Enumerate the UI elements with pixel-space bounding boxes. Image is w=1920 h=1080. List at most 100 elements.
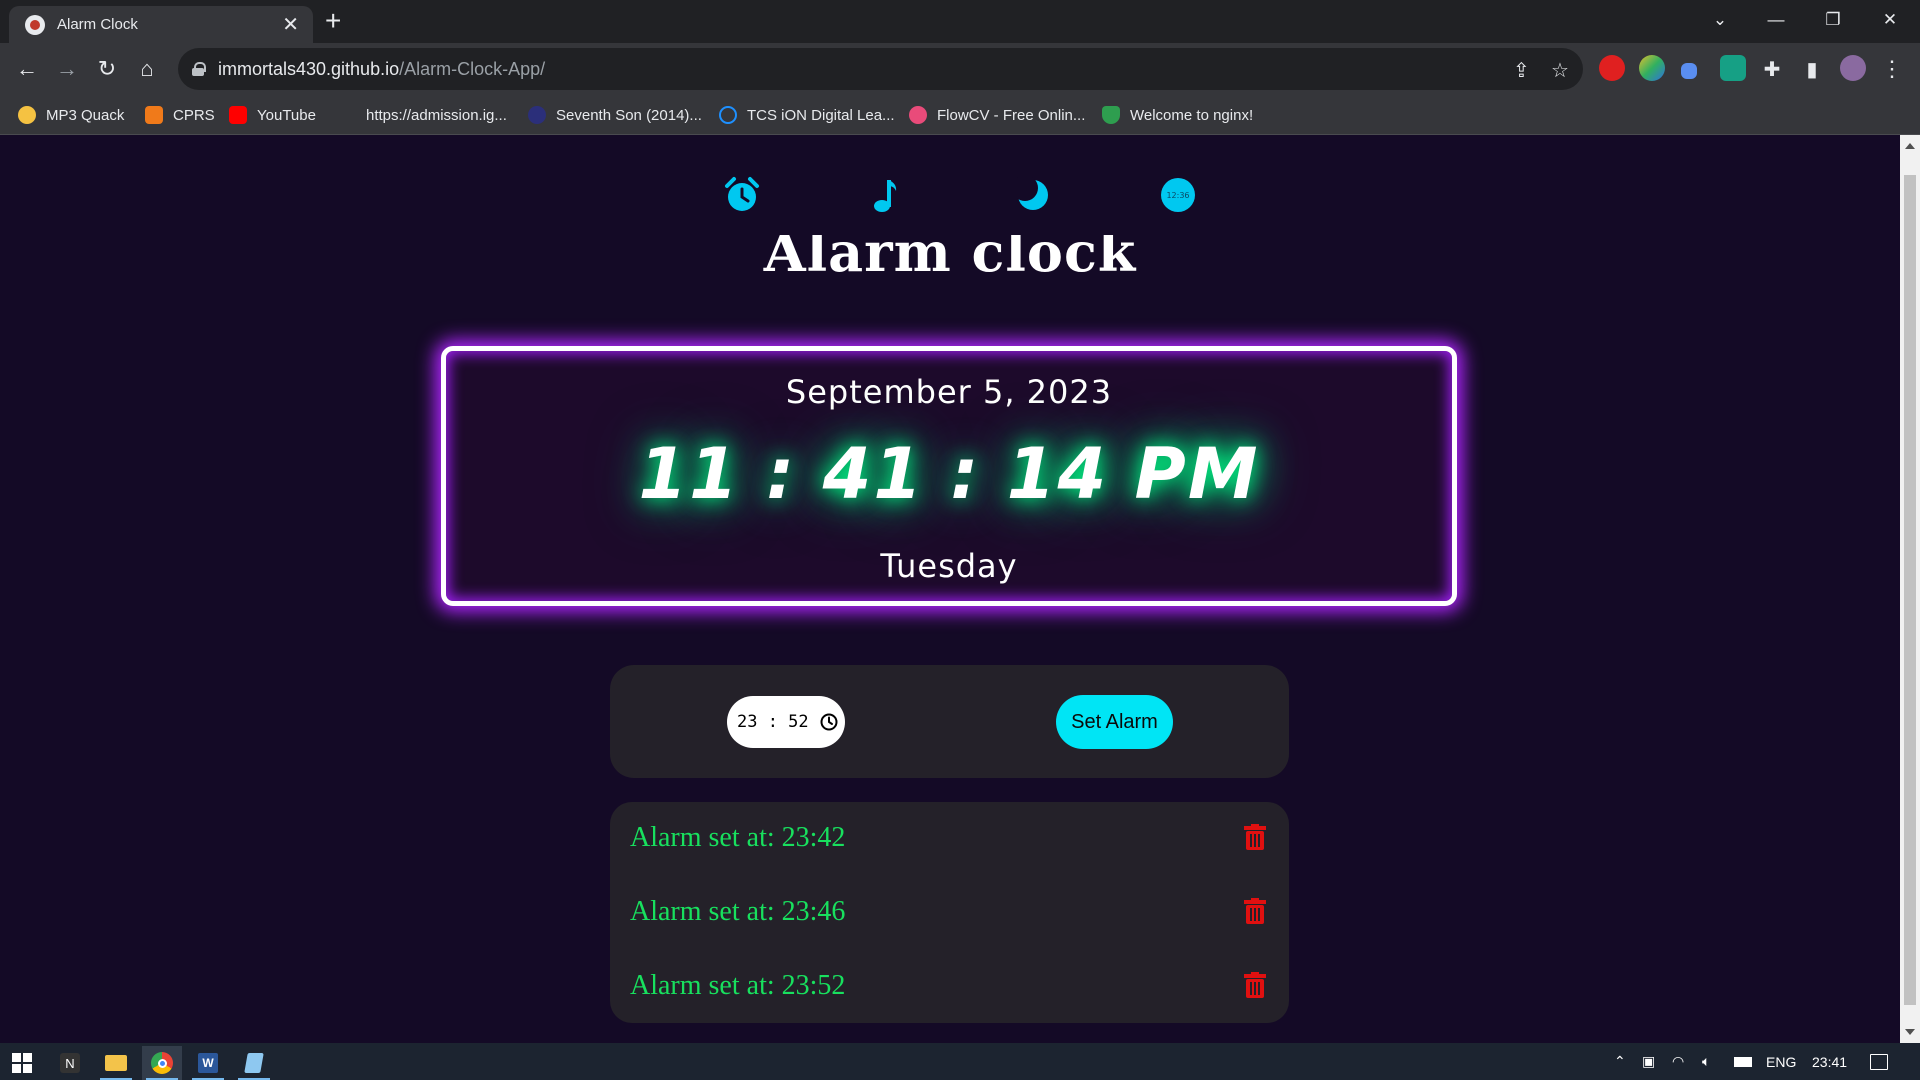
windows-taskbar: N W ⌃ ▣ ◠ 🔈︎ ENG 23:41 bbox=[0, 1043, 1920, 1080]
bookmark-admission[interactable]: https://admission.ig... bbox=[338, 104, 507, 126]
forward-arrow-icon[interactable]: → bbox=[51, 53, 83, 85]
scroll-up-arrow-icon[interactable] bbox=[1905, 143, 1915, 149]
alarm-time-value: 23 : 52 bbox=[737, 712, 809, 732]
browser-tab[interactable]: Alarm Clock ✕ bbox=[9, 6, 313, 43]
bookmark-seventh-son[interactable]: Seventh Son (2014)... bbox=[528, 104, 702, 126]
bookmark-cprs[interactable]: CPRS bbox=[145, 104, 215, 126]
wifi-icon[interactable]: ◠ bbox=[1672, 1043, 1684, 1080]
app-nav-icons: 12:36 bbox=[0, 175, 1900, 215]
restore-icon[interactable]: ❐ bbox=[1805, 0, 1861, 40]
battery-icon[interactable] bbox=[1734, 1043, 1752, 1080]
back-arrow-icon[interactable]: ← bbox=[11, 53, 43, 85]
extensions-puzzle-icon[interactable]: ✚ bbox=[1756, 53, 1788, 85]
bookmark-flowcv[interactable]: FlowCV - Free Onlin... bbox=[909, 104, 1085, 126]
kebab-menu-icon[interactable]: ⋮ bbox=[1876, 53, 1908, 85]
alarm-list: Alarm set at: 23:42 Alarm set at: 23:46 bbox=[610, 802, 1289, 1023]
file-explorer-icon[interactable] bbox=[96, 1046, 136, 1080]
bookmark-label: Welcome to nginx! bbox=[1130, 106, 1254, 124]
bookmark-label: YouTube bbox=[257, 106, 316, 124]
tab-search-chevron-icon[interactable]: ⌄ bbox=[1692, 0, 1748, 40]
address-bar[interactable]: immortals430.github.io/Alarm-Clock-App/ … bbox=[178, 48, 1583, 90]
bookmark-label: FlowCV - Free Onlin... bbox=[937, 106, 1086, 124]
set-alarm-button[interactable]: Set Alarm bbox=[1056, 695, 1173, 749]
set-alarm-panel: 23 : 52 Set Alarm bbox=[610, 665, 1289, 778]
bookmark-mp3quack[interactable]: MP3 Quack bbox=[18, 104, 124, 126]
bookmark-nginx[interactable]: Welcome to nginx! bbox=[1102, 104, 1253, 126]
adblock-extension-icon[interactable] bbox=[1599, 55, 1625, 81]
bookmark-label: MP3 Quack bbox=[46, 106, 125, 124]
list-item: Alarm set at: 23:52 bbox=[610, 962, 1289, 1012]
color-extension-icon[interactable] bbox=[1639, 55, 1665, 81]
windows-start-icon[interactable] bbox=[2, 1046, 42, 1080]
blank-page-icon bbox=[338, 106, 356, 124]
word-app-icon[interactable]: W bbox=[188, 1046, 228, 1080]
trash-icon[interactable] bbox=[1244, 824, 1266, 850]
current-day: Tuesday bbox=[880, 547, 1018, 585]
youtube-icon bbox=[229, 106, 247, 124]
alarm-clock-page: 12:36 Alarm clock September 5, 2023 11 :… bbox=[0, 135, 1900, 1043]
clock-display: September 5, 2023 11 : 41 : 14 PM Tuesda… bbox=[441, 346, 1457, 606]
url-host: immortals430.github.io bbox=[218, 58, 400, 79]
alarm-favicon-icon bbox=[25, 14, 45, 35]
bookmark-tcs-ion[interactable]: TCS iON Digital Lea... bbox=[719, 104, 895, 126]
page-title-text: Alarm clock bbox=[763, 235, 1137, 279]
browser-toolbar: ← → ↻ ⌂ immortals430.github.io/Alarm-Clo… bbox=[0, 43, 1920, 95]
lock-icon bbox=[192, 62, 206, 76]
clock-picker-icon[interactable] bbox=[819, 712, 839, 732]
list-item: Alarm set at: 23:42 bbox=[610, 814, 1289, 864]
music-note-icon[interactable] bbox=[867, 175, 907, 215]
bookmark-youtube[interactable]: YouTube bbox=[229, 104, 316, 126]
duck-icon bbox=[18, 106, 36, 124]
reload-icon[interactable]: ↻ bbox=[91, 53, 123, 85]
new-tab-icon[interactable]: + bbox=[325, 7, 341, 35]
trash-icon[interactable] bbox=[1244, 898, 1266, 924]
taskbar-clock[interactable]: 23:41 bbox=[1812, 1043, 1847, 1080]
alarm-icon[interactable] bbox=[722, 175, 762, 215]
browser-tab-strip: Alarm Clock ✕ + ⌄ — ❐ ✕ bbox=[0, 0, 1920, 43]
bookmark-label: TCS iON Digital Lea... bbox=[747, 106, 895, 124]
notification-icon[interactable] bbox=[1870, 1043, 1888, 1080]
power-icon bbox=[719, 106, 737, 124]
cprs-icon bbox=[145, 106, 163, 124]
share-icon[interactable]: ⇪ bbox=[1513, 58, 1530, 83]
shield-icon bbox=[1102, 106, 1120, 124]
current-date: September 5, 2023 bbox=[785, 373, 1113, 411]
close-window-icon[interactable]: ✕ bbox=[1862, 0, 1918, 40]
list-item: Alarm set at: 23:46 bbox=[610, 888, 1289, 938]
chrome-app-icon[interactable] bbox=[142, 1046, 182, 1080]
moon-icon[interactable] bbox=[1013, 175, 1053, 215]
side-panel-icon[interactable]: ▮ bbox=[1796, 53, 1828, 85]
volume-icon[interactable]: 🔈︎ bbox=[1702, 1043, 1710, 1080]
alarm-label: Alarm set at: 23:42 bbox=[630, 822, 846, 853]
notion-app-icon[interactable]: N bbox=[50, 1046, 90, 1080]
flowcv-icon bbox=[909, 106, 927, 124]
bookmark-label: https://admission.ig... bbox=[366, 106, 507, 124]
eyedropper-extension-icon[interactable] bbox=[1681, 63, 1697, 79]
tray-overflow-chevron-icon[interactable]: ⌃ bbox=[1614, 1043, 1626, 1080]
alarm-label: Alarm set at: 23:46 bbox=[630, 896, 846, 927]
page-scrollbar[interactable] bbox=[1900, 135, 1920, 1043]
page-title: Alarm clock bbox=[0, 235, 1900, 279]
close-tab-icon[interactable]: ✕ bbox=[282, 15, 299, 35]
tab-title: Alarm Clock bbox=[57, 16, 138, 33]
language-indicator[interactable]: ENG bbox=[1766, 1043, 1796, 1080]
movie-icon bbox=[528, 106, 546, 124]
alarm-label: Alarm set at: 23:52 bbox=[630, 970, 846, 1001]
scrollbar-thumb[interactable] bbox=[1904, 175, 1916, 1005]
bookmark-star-icon[interactable]: ☆ bbox=[1551, 58, 1569, 83]
home-icon[interactable]: ⌂ bbox=[131, 53, 163, 85]
bookmark-label: CPRS bbox=[173, 106, 215, 124]
screen-icon[interactable]: ▣ bbox=[1642, 1043, 1655, 1080]
notepad-app-icon[interactable] bbox=[234, 1046, 274, 1080]
bookmark-label: Seventh Son (2014)... bbox=[556, 106, 702, 124]
current-time: 11 : 41 : 14 PM bbox=[638, 433, 1260, 515]
scroll-down-arrow-icon[interactable] bbox=[1905, 1029, 1915, 1035]
minimize-icon[interactable]: — bbox=[1748, 0, 1804, 40]
trash-icon[interactable] bbox=[1244, 972, 1266, 998]
mini-clock-label: 12:36 bbox=[1166, 191, 1189, 200]
profile-avatar-icon[interactable] bbox=[1840, 55, 1866, 81]
alarm-time-input[interactable]: 23 : 52 bbox=[727, 696, 845, 748]
grammar-extension-icon[interactable] bbox=[1720, 55, 1746, 81]
url-path: /Alarm-Clock-App/ bbox=[399, 58, 546, 79]
mini-clock-icon[interactable]: 12:36 bbox=[1158, 175, 1198, 215]
